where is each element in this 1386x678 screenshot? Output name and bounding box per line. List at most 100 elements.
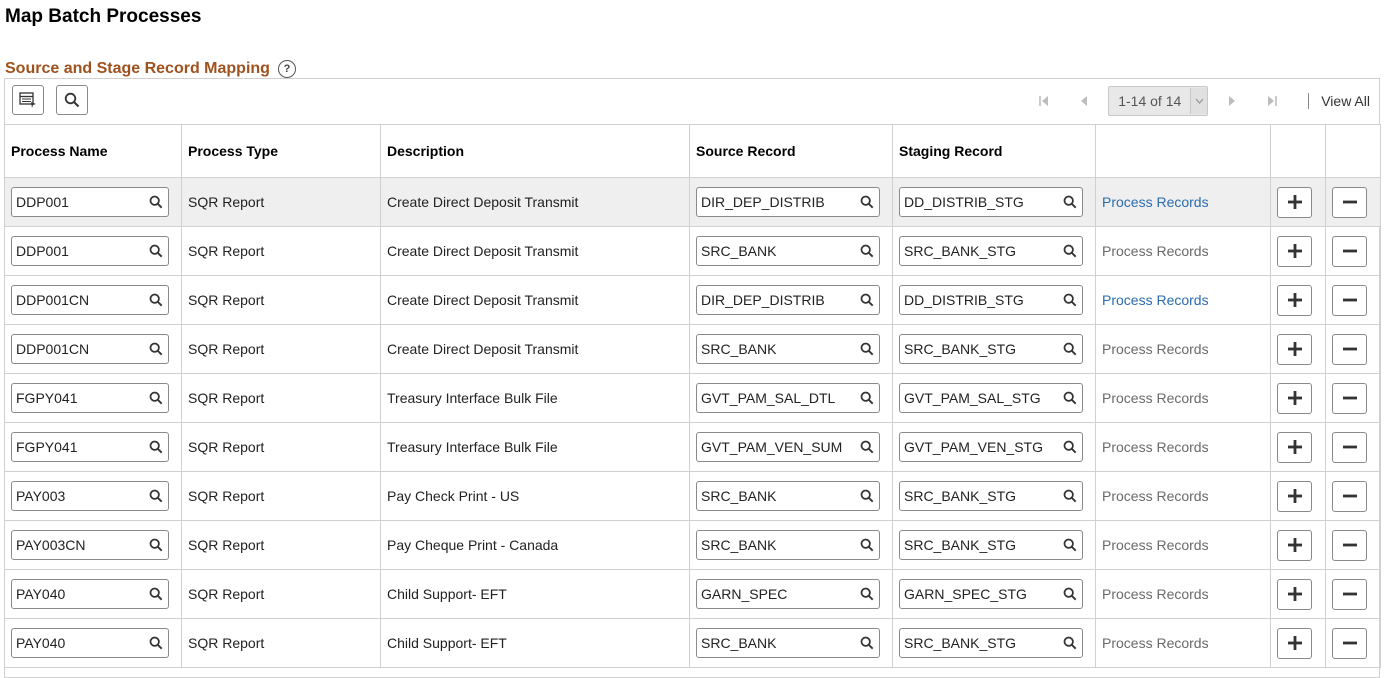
- previous-page-button[interactable]: [1069, 86, 1099, 116]
- delete-row-button[interactable]: [1332, 284, 1367, 316]
- process-records-link[interactable]: Process Records: [1102, 194, 1209, 210]
- search-icon[interactable]: [855, 636, 879, 650]
- help-icon[interactable]: ?: [277, 60, 296, 78]
- add-row-button[interactable]: [1277, 529, 1312, 561]
- staging-record-input[interactable]: DD_DISTRIB_STG: [899, 285, 1083, 315]
- last-page-button[interactable]: [1257, 86, 1287, 116]
- search-icon[interactable]: [855, 342, 879, 356]
- process-records-link[interactable]: Process Records: [1102, 390, 1209, 406]
- delete-row-button[interactable]: [1332, 529, 1367, 561]
- staging-record-input[interactable]: GARN_SPEC_STG: [899, 579, 1083, 609]
- search-icon[interactable]: [144, 391, 168, 405]
- process-records-link[interactable]: Process Records: [1102, 439, 1209, 455]
- process-name-input[interactable]: FGPY041: [11, 432, 169, 462]
- add-row-button[interactable]: [1277, 186, 1312, 218]
- delete-row-button[interactable]: [1332, 431, 1367, 463]
- add-row-button[interactable]: [1277, 284, 1312, 316]
- delete-row-button[interactable]: [1332, 382, 1367, 414]
- staging-record-input[interactable]: DD_DISTRIB_STG: [899, 187, 1083, 217]
- column-header-staging-record[interactable]: Staging Record: [892, 124, 1096, 178]
- delete-row-button[interactable]: [1332, 578, 1367, 610]
- column-header-source-record[interactable]: Source Record: [689, 124, 893, 178]
- grid-options-button[interactable]: [12, 85, 44, 115]
- add-row-button[interactable]: [1277, 627, 1312, 659]
- add-row-button[interactable]: [1277, 333, 1312, 365]
- search-icon[interactable]: [1058, 342, 1082, 356]
- staging-record-input[interactable]: GVT_PAM_VEN_STG: [899, 432, 1083, 462]
- search-icon[interactable]: [1058, 538, 1082, 552]
- search-icon[interactable]: [855, 587, 879, 601]
- next-page-button[interactable]: [1217, 86, 1247, 116]
- search-icon[interactable]: [855, 293, 879, 307]
- source-record-input[interactable]: DIR_DEP_DISTRIB: [696, 285, 880, 315]
- search-icon[interactable]: [1058, 636, 1082, 650]
- search-icon[interactable]: [144, 636, 168, 650]
- add-row-button[interactable]: [1277, 480, 1312, 512]
- process-name-input[interactable]: PAY003: [11, 481, 169, 511]
- search-icon[interactable]: [144, 440, 168, 454]
- search-icon[interactable]: [855, 538, 879, 552]
- process-name-input[interactable]: DDP001CN: [11, 285, 169, 315]
- search-icon[interactable]: [144, 587, 168, 601]
- search-icon[interactable]: [144, 195, 168, 209]
- staging-record-input[interactable]: SRC_BANK_STG: [899, 334, 1083, 364]
- source-record-input[interactable]: SRC_BANK: [696, 334, 880, 364]
- search-icon[interactable]: [855, 489, 879, 503]
- search-icon[interactable]: [1058, 440, 1082, 454]
- process-records-link[interactable]: Process Records: [1102, 537, 1209, 553]
- delete-row-button[interactable]: [1332, 627, 1367, 659]
- source-record-input[interactable]: GARN_SPEC: [696, 579, 880, 609]
- delete-row-button[interactable]: [1332, 333, 1367, 365]
- search-icon[interactable]: [144, 489, 168, 503]
- first-page-button[interactable]: [1029, 86, 1059, 116]
- process-name-input[interactable]: PAY003CN: [11, 530, 169, 560]
- process-records-link[interactable]: Process Records: [1102, 488, 1209, 504]
- search-icon[interactable]: [855, 244, 879, 258]
- staging-record-input[interactable]: SRC_BANK_STG: [899, 236, 1083, 266]
- search-icon[interactable]: [1058, 195, 1082, 209]
- process-name-input[interactable]: DDP001: [11, 236, 169, 266]
- page-range-select[interactable]: 1-14 of 14: [1108, 86, 1209, 116]
- process-name-input[interactable]: FGPY041: [11, 383, 169, 413]
- delete-row-button[interactable]: [1332, 235, 1367, 267]
- column-header-process-type[interactable]: Process Type: [181, 124, 381, 178]
- source-record-input[interactable]: GVT_PAM_VEN_SUM: [696, 432, 880, 462]
- process-records-link[interactable]: Process Records: [1102, 635, 1209, 651]
- source-record-input[interactable]: SRC_BANK: [696, 530, 880, 560]
- process-records-link[interactable]: Process Records: [1102, 341, 1209, 357]
- process-records-link[interactable]: Process Records: [1102, 292, 1209, 308]
- process-name-input[interactable]: DDP001CN: [11, 334, 169, 364]
- add-row-button[interactable]: [1277, 431, 1312, 463]
- process-name-input[interactable]: DDP001: [11, 187, 169, 217]
- process-records-link[interactable]: Process Records: [1102, 586, 1209, 602]
- staging-record-input[interactable]: SRC_BANK_STG: [899, 530, 1083, 560]
- search-icon[interactable]: [855, 195, 879, 209]
- view-all-link[interactable]: View All: [1321, 93, 1370, 109]
- search-icon[interactable]: [855, 440, 879, 454]
- source-record-input[interactable]: GVT_PAM_SAL_DTL: [696, 383, 880, 413]
- add-row-button[interactable]: [1277, 382, 1312, 414]
- column-header-process-name[interactable]: Process Name: [4, 124, 182, 178]
- add-row-button[interactable]: [1277, 235, 1312, 267]
- staging-record-input[interactable]: SRC_BANK_STG: [899, 481, 1083, 511]
- process-records-link[interactable]: Process Records: [1102, 243, 1209, 259]
- search-icon[interactable]: [144, 538, 168, 552]
- delete-row-button[interactable]: [1332, 186, 1367, 218]
- process-name-input[interactable]: PAY040: [11, 628, 169, 658]
- search-icon[interactable]: [1058, 587, 1082, 601]
- staging-record-input[interactable]: SRC_BANK_STG: [899, 628, 1083, 658]
- search-icon[interactable]: [144, 293, 168, 307]
- source-record-input[interactable]: SRC_BANK: [696, 236, 880, 266]
- search-icon[interactable]: [144, 342, 168, 356]
- process-name-input[interactable]: PAY040: [11, 579, 169, 609]
- source-record-input[interactable]: SRC_BANK: [696, 481, 880, 511]
- search-icon[interactable]: [1058, 244, 1082, 258]
- find-button[interactable]: [56, 85, 88, 115]
- source-record-input[interactable]: DIR_DEP_DISTRIB: [696, 187, 880, 217]
- add-row-button[interactable]: [1277, 578, 1312, 610]
- source-record-input[interactable]: SRC_BANK: [696, 628, 880, 658]
- column-header-description[interactable]: Description: [380, 124, 690, 178]
- search-icon[interactable]: [1058, 293, 1082, 307]
- search-icon[interactable]: [144, 244, 168, 258]
- delete-row-button[interactable]: [1332, 480, 1367, 512]
